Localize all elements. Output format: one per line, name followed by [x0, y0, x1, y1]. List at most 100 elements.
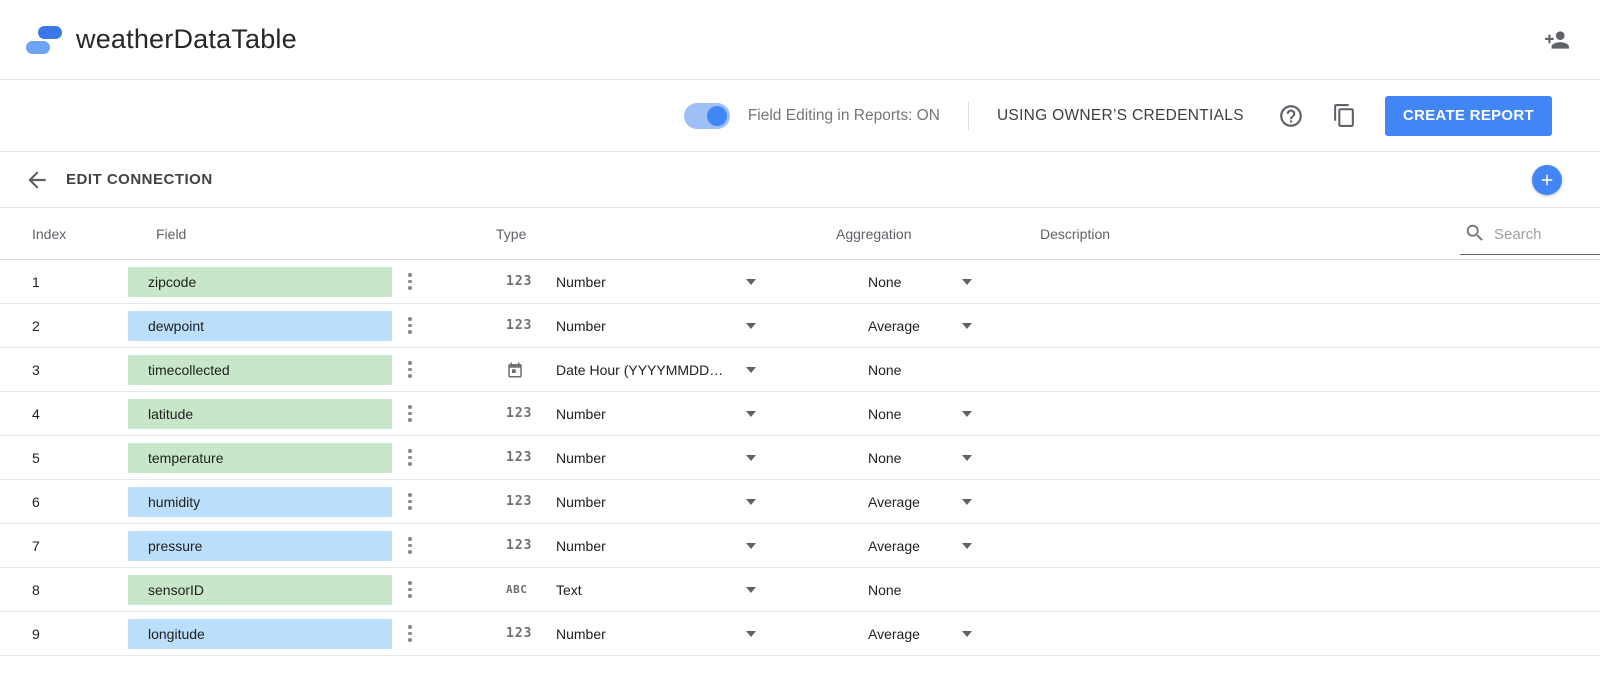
- aggregation-label: Average: [868, 538, 930, 554]
- more-options-icon[interactable]: [402, 405, 418, 422]
- more-options-icon[interactable]: [402, 537, 418, 554]
- aggregation-selector[interactable]: Average: [836, 626, 1040, 642]
- help-icon[interactable]: [1278, 103, 1304, 129]
- field-editing-label: Field Editing in Reports: ON: [748, 107, 940, 125]
- field-cell: latitude: [128, 399, 496, 429]
- table-row: 2dewpoint123NumberAverage: [0, 304, 1600, 348]
- field-editing-toggle[interactable]: [684, 103, 730, 129]
- type-dropdown-arrow[interactable]: [746, 543, 756, 549]
- field-cell: humidity: [128, 487, 496, 517]
- type-label: Number: [556, 274, 746, 290]
- column-header-aggregation: Aggregation: [836, 226, 1040, 242]
- aggregation-dropdown-arrow[interactable]: [962, 499, 972, 505]
- table-body: 1zipcode123NumberNone2dewpoint123NumberA…: [0, 260, 1600, 656]
- type-dropdown-arrow[interactable]: [746, 499, 756, 505]
- aggregation-label: None: [868, 274, 930, 290]
- aggregation-selector[interactable]: None: [836, 406, 1040, 422]
- text-type-icon: ABC: [506, 583, 546, 596]
- search-input[interactable]: [1494, 226, 1590, 243]
- column-header-type: Type: [496, 226, 836, 242]
- type-dropdown-arrow[interactable]: [746, 631, 756, 637]
- create-report-button[interactable]: CREATE REPORT: [1385, 96, 1552, 136]
- number-type-icon: 123: [506, 450, 546, 465]
- aggregation-dropdown-arrow[interactable]: [962, 323, 972, 329]
- aggregation-selector[interactable]: Average: [836, 538, 1040, 554]
- aggregation-dropdown-arrow[interactable]: [962, 543, 972, 549]
- copy-icon[interactable]: [1332, 103, 1357, 128]
- number-type-icon: 123: [506, 406, 546, 421]
- field-name-chip[interactable]: longitude: [128, 619, 392, 649]
- field-name-chip[interactable]: timecollected: [128, 355, 392, 385]
- type-label: Number: [556, 318, 746, 334]
- page-title: weatherDataTable: [76, 24, 297, 55]
- aggregation-selector[interactable]: None: [836, 450, 1040, 466]
- aggregation-label: Average: [868, 318, 930, 334]
- type-selector[interactable]: Date Hour (YYYYMMDD…: [496, 361, 836, 379]
- aggregation-selector[interactable]: None: [836, 274, 1040, 290]
- table-row: 3timecollectedDate Hour (YYYYMMDD…None: [0, 348, 1600, 392]
- search-box[interactable]: [1460, 222, 1600, 255]
- type-selector[interactable]: ABC Text: [496, 582, 836, 598]
- type-selector[interactable]: 123Number: [496, 406, 836, 422]
- number-type-icon: 123: [506, 626, 546, 641]
- type-selector[interactable]: 123 Number: [496, 450, 836, 466]
- back-arrow-icon[interactable]: [24, 167, 50, 193]
- aggregation-label: None: [868, 582, 930, 598]
- aggregation-label: Average: [868, 626, 930, 642]
- table-row: 1zipcode123NumberNone: [0, 260, 1600, 304]
- type-dropdown-arrow[interactable]: [746, 455, 756, 461]
- type-dropdown-arrow[interactable]: [746, 323, 756, 329]
- type-selector[interactable]: 123 Number: [496, 538, 836, 554]
- aggregation-selector[interactable]: Average: [836, 494, 1040, 510]
- type-dropdown-arrow[interactable]: [746, 279, 756, 285]
- aggregation-selector[interactable]: Average: [836, 318, 1040, 334]
- aggregation-dropdown-arrow[interactable]: [962, 631, 972, 637]
- more-options-icon[interactable]: [402, 361, 418, 378]
- edit-connection-label: EDIT CONNECTION: [66, 171, 213, 188]
- type-dropdown-arrow[interactable]: [746, 587, 756, 593]
- field-name-chip[interactable]: latitude: [128, 399, 392, 429]
- table-row: 4latitude 123NumberNone: [0, 392, 1600, 436]
- number-type-icon: 123: [506, 538, 546, 553]
- aggregation-dropdown-arrow[interactable]: [962, 411, 972, 417]
- type-label: Text: [556, 582, 746, 598]
- field-name-chip[interactable]: humidity: [128, 487, 392, 517]
- more-options-icon[interactable]: [402, 625, 418, 642]
- number-type-icon: 123: [506, 274, 546, 289]
- type-dropdown-arrow[interactable]: [746, 367, 756, 373]
- type-dropdown-arrow[interactable]: [746, 411, 756, 417]
- add-field-button[interactable]: [1532, 165, 1562, 195]
- field-name-chip[interactable]: dewpoint: [128, 311, 392, 341]
- type-label: Number: [556, 626, 746, 642]
- aggregation-selector: None: [836, 582, 1040, 598]
- table-row: 8sensorIDABCTextNone: [0, 568, 1600, 612]
- type-selector[interactable]: 123 Number: [496, 626, 836, 642]
- type-selector[interactable]: 123Number: [496, 494, 836, 510]
- row-index: 9: [0, 626, 128, 642]
- field-name-chip[interactable]: sensorID: [128, 575, 392, 605]
- type-label: Number: [556, 450, 746, 466]
- table-header: Index Field Type Aggregation Description: [0, 208, 1600, 260]
- type-label: Date Hour (YYYYMMDD…: [556, 362, 746, 378]
- more-options-icon[interactable]: [402, 317, 418, 334]
- table-row: 6humidity123NumberAverage: [0, 480, 1600, 524]
- field-name-chip[interactable]: zipcode: [128, 267, 392, 297]
- more-options-icon[interactable]: [402, 581, 418, 598]
- row-index: 7: [0, 538, 128, 554]
- aggregation-dropdown-arrow[interactable]: [962, 455, 972, 461]
- row-index: 4: [0, 406, 128, 422]
- type-selector[interactable]: 123Number: [496, 318, 836, 334]
- type-label: Number: [556, 538, 746, 554]
- more-options-icon[interactable]: [402, 273, 418, 290]
- type-selector[interactable]: 123 Number: [496, 274, 836, 290]
- aggregation-label: None: [868, 362, 930, 378]
- field-name-chip[interactable]: temperature: [128, 443, 392, 473]
- field-name-chip[interactable]: pressure: [128, 531, 392, 561]
- connection-bar: EDIT CONNECTION: [0, 152, 1600, 208]
- more-options-icon[interactable]: [402, 449, 418, 466]
- share-person-add-icon[interactable]: [1544, 27, 1570, 53]
- toolbar: Field Editing in Reports: ON USING OWNER…: [0, 80, 1600, 152]
- aggregation-dropdown-arrow[interactable]: [962, 279, 972, 285]
- more-options-icon[interactable]: [402, 493, 418, 510]
- table-row: 7pressure 123 Number Average: [0, 524, 1600, 568]
